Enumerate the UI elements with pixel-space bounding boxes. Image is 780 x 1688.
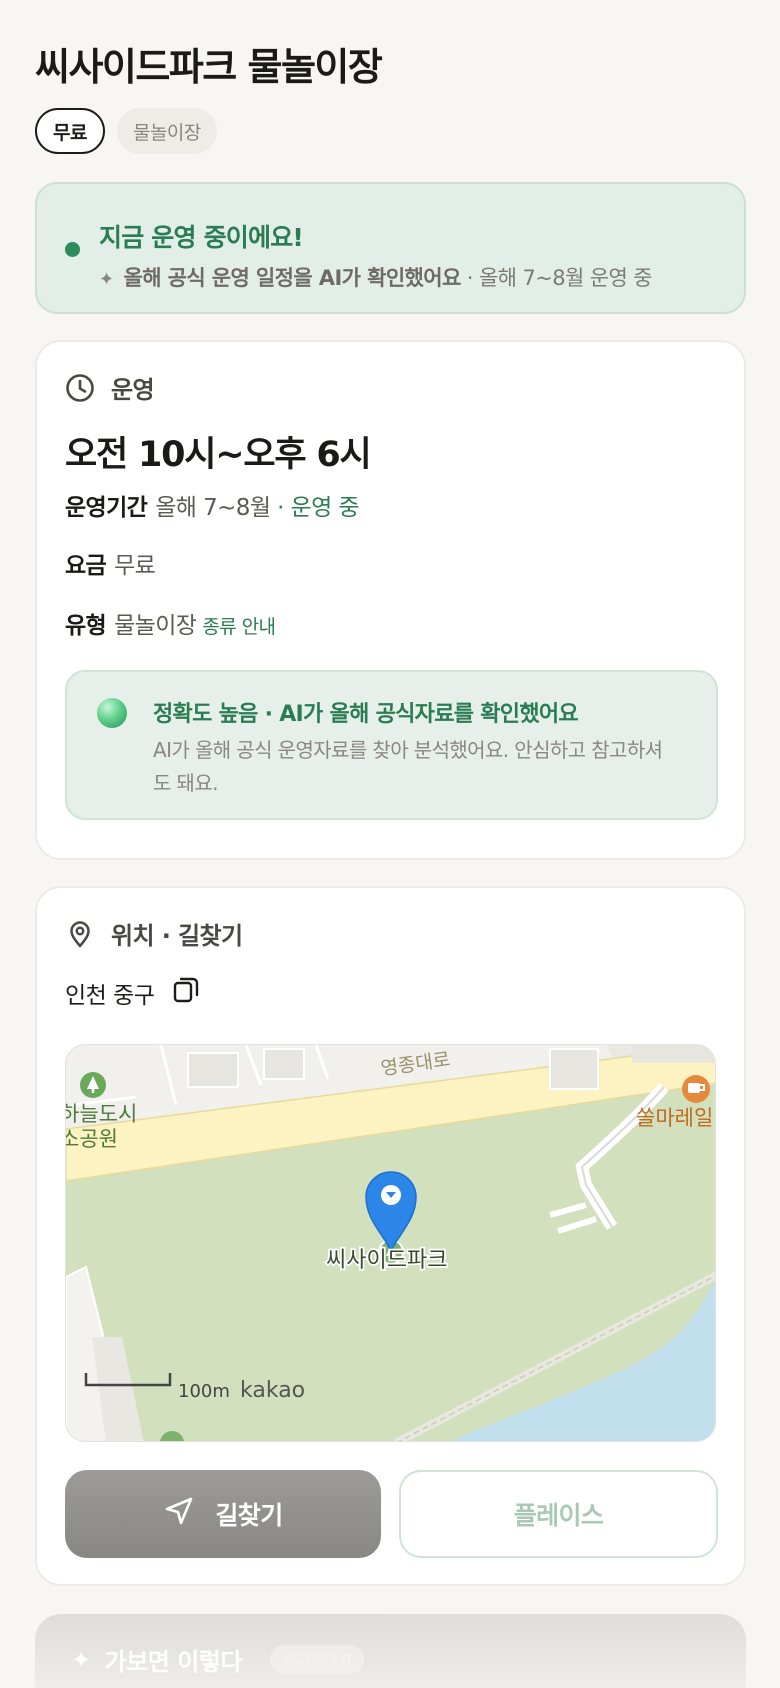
location-card: 위치 · 길찾기 인천 중구 영종대로 하늘도시 공원 쏠마레일 씨사이드파크 … <box>35 886 746 1586</box>
accuracy-body: AI가 올해 공식 운영자료를 찾아 분석했어요. 안심하고 참고하셔도 돼요. <box>153 738 663 795</box>
map-cafe-label: 쏠마레일 <box>636 1106 713 1130</box>
map-park-label-1: 하늘도시 <box>66 1102 137 1126</box>
period-value: 올해 7~8월 <box>155 495 271 521</box>
fee-key: 요금 <box>65 553 107 579</box>
review-section-title: 가보면 이렇다 <box>104 1648 243 1676</box>
operating-hours: 오전 10시~오후 6시 <box>65 435 372 475</box>
location-section-header: 위치 · 길찾기 <box>65 916 243 951</box>
status-headline: 지금 운영 중이에요! <box>99 223 304 252</box>
type-value: 물놀이장 <box>114 613 197 639</box>
hours-section-label: 운영 <box>111 376 155 404</box>
chip-fee[interactable]: 무료 <box>35 108 105 154</box>
map-place-label: 씨사이드파크 <box>326 1248 447 1273</box>
hours-section-header: 운영 <box>65 370 155 405</box>
status-ai-note: 올해 공식 운영 일정을 AI가 확인했어요 <box>123 266 461 290</box>
cafe-icon <box>682 1075 710 1103</box>
accuracy-box: 정확도 높음 · AI가 올해 공식자료를 확인했어요 AI가 올해 공식 운영… <box>65 670 718 820</box>
map-pin-icon <box>65 919 95 949</box>
map-park-label-2: 소공원 <box>66 1127 118 1151</box>
fee-value: 무료 <box>114 553 156 579</box>
copy-icon[interactable] <box>172 976 200 1010</box>
type-guide-link[interactable]: 종류 안내 <box>202 616 276 638</box>
fee-row: 요금 무료 <box>65 546 156 580</box>
type-key: 유형 <box>65 613 107 639</box>
route-button[interactable]: 길찾기 <box>65 1470 381 1558</box>
tag-chips: 무료 물놀이장 <box>35 108 217 154</box>
location-section-label: 위치 · 길찾기 <box>111 922 243 950</box>
sparkle-icon: ✦ <box>99 269 114 290</box>
review-count-badge: 후기업데 0 <box>269 1645 365 1674</box>
place-button-label: 플레이스 <box>513 1501 604 1530</box>
ai-orb-icon <box>97 698 127 728</box>
route-button-label: 길찾기 <box>215 1501 283 1530</box>
clock-icon <box>65 373 95 403</box>
status-subtext: ✦ 올해 공식 운영 일정을 AI가 확인했어요 · 올해 7~8월 운영 중 <box>99 262 653 292</box>
navigation-arrow-icon <box>163 1495 195 1533</box>
page-title: 씨사이드파크 물놀이장 <box>35 45 383 89</box>
hours-card: 운영 오전 10시~오후 6시 운영기간 올해 7~8월 · 운영 중 요금 무료 … <box>35 340 746 860</box>
type-row: 유형 물놀이장 종류 안내 <box>65 606 276 640</box>
sparkle-icon: ✦ <box>71 1645 91 1674</box>
period-row: 운영기간 올해 7~8월 · 운영 중 <box>65 488 360 522</box>
accuracy-headline: 정확도 높음 · AI가 올해 공식자료를 확인했어요 <box>153 702 579 727</box>
location-map[interactable]: 영종대로 하늘도시 소공원 쏠마레일 씨사이드파크 100m kakao <box>65 1044 716 1442</box>
address-row: 인천 중구 <box>65 976 200 1010</box>
review-section-card: ✦ 가보면 이렇다 후기업데 0 <box>35 1614 746 1688</box>
review-section-header: ✦ 가보면 이렇다 후기업데 0 <box>71 1642 365 1677</box>
map-scale-label: 100m <box>178 1381 230 1402</box>
place-button[interactable]: 플레이스 <box>399 1470 718 1558</box>
operation-status-banner: 지금 운영 중이에요! ✦ 올해 공식 운영 일정을 AI가 확인했어요 · 올해… <box>35 182 746 314</box>
chip-category[interactable]: 물놀이장 <box>116 108 217 154</box>
map-brand-logo: kakao <box>240 1378 305 1403</box>
park-icon <box>80 1072 106 1098</box>
period-status: · 운영 중 <box>270 495 359 521</box>
status-season-note: · 올해 7~8월 운영 중 <box>460 266 653 290</box>
address-text: 인천 중구 <box>65 983 155 1009</box>
status-dot <box>65 242 80 257</box>
period-key: 운영기간 <box>65 495 148 521</box>
